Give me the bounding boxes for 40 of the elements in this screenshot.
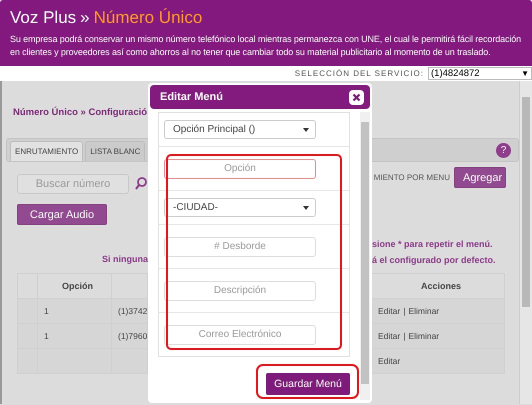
note-text: sione * para repetir el menú.: [372, 239, 494, 249]
caret-icon: [303, 206, 309, 210]
action-link[interactable]: Eliminar: [408, 331, 440, 341]
breadcrumb: Número Único » Configuració: [13, 107, 148, 118]
service-label: SELECCIÓN DEL SERVICIO:: [294, 69, 424, 78]
page-description: Su empresa podrá conservar un mismo número telefónico local mientras permanezca con UNE, el cual le permitirá fácil recordación en clientes y proveedores así como ahorros al no tener que cambiar todo su material publicitario al momento de un traslado.: [10, 33, 522, 59]
brand-title: Voz Plus: [10, 8, 76, 28]
action-link[interactable]: Eliminar: [408, 306, 440, 316]
search-field[interactable]: Buscar número: [17, 174, 129, 194]
upload-audio-button[interactable]: Cargar Audio: [17, 204, 107, 225]
action-link[interactable]: Editar: [378, 306, 400, 316]
page-title: Número Único: [94, 8, 202, 28]
routing-label: MIENTO POR MENU: [374, 173, 450, 182]
note-text: á el configurado por defecto.: [372, 255, 497, 265]
input-field[interactable]: Opción: [164, 158, 316, 178]
table-cell: 1: [44, 306, 49, 316]
action-separator: |: [403, 331, 406, 341]
close-icon[interactable]: [349, 90, 364, 104]
scrollbar[interactable]: [360, 112, 370, 400]
save-menu-button[interactable]: Guardar Menú: [266, 373, 350, 395]
tab[interactable]: ENRUTAMIENTO: [10, 141, 84, 161]
column-header: Acciones: [420, 281, 462, 291]
scrollbar[interactable]: [519, 81, 532, 404]
title-separator: »: [80, 8, 90, 28]
service-select[interactable]: (1)4824872 ▼: [428, 67, 532, 80]
dialog-title: Editar Menú: [160, 91, 223, 103]
table-cell: 1: [44, 331, 49, 341]
select-field[interactable]: -CIUDAD-: [164, 198, 316, 217]
caret-icon: [303, 128, 309, 132]
help-icon[interactable]: ?: [496, 142, 511, 158]
table-cell: (1)3742: [118, 306, 146, 316]
action-link[interactable]: Editar: [378, 356, 400, 366]
action-separator: |: [403, 306, 406, 316]
add-button[interactable]: Agregar: [454, 167, 506, 188]
note-text: Si ninguna: [102, 254, 148, 264]
select-field[interactable]: Opción Principal (): [164, 120, 316, 139]
tab[interactable]: LISTA BLANC: [85, 141, 146, 161]
column-header: Opción: [62, 281, 93, 291]
action-link[interactable]: Editar: [378, 331, 400, 341]
search-icon[interactable]: [135, 177, 147, 191]
